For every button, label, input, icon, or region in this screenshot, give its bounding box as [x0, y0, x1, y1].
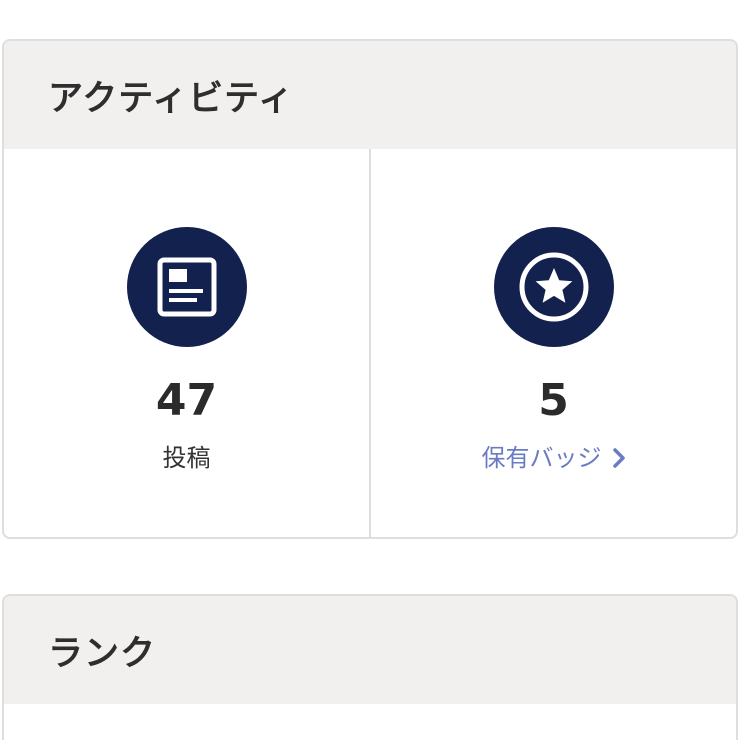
- activity-card: アクティビティ 47 投稿 5 保有バッジ: [2, 39, 738, 539]
- badges-link[interactable]: 保有バッジ: [482, 441, 626, 475]
- activity-stats: 47 投稿 5 保有バッジ: [4, 149, 736, 537]
- activity-title: アクティビティ: [48, 78, 295, 119]
- star-badge-icon: [493, 227, 614, 347]
- rank-card-header: ランク: [4, 596, 736, 704]
- posts-count: 47: [155, 375, 218, 426]
- article-icon: [126, 227, 247, 347]
- rank-title: ランク: [48, 633, 157, 674]
- posts-stat: 47 投稿: [4, 149, 369, 537]
- rank-card: ランク: [2, 594, 738, 740]
- posts-label: 投稿: [162, 444, 211, 472]
- badges-link-label: 保有バッジ: [481, 444, 602, 472]
- chevron-right-icon: [612, 448, 625, 468]
- badges-count: 5: [538, 375, 569, 426]
- badges-stat: 5 保有バッジ: [369, 149, 736, 537]
- activity-card-header: アクティビティ: [4, 41, 736, 149]
